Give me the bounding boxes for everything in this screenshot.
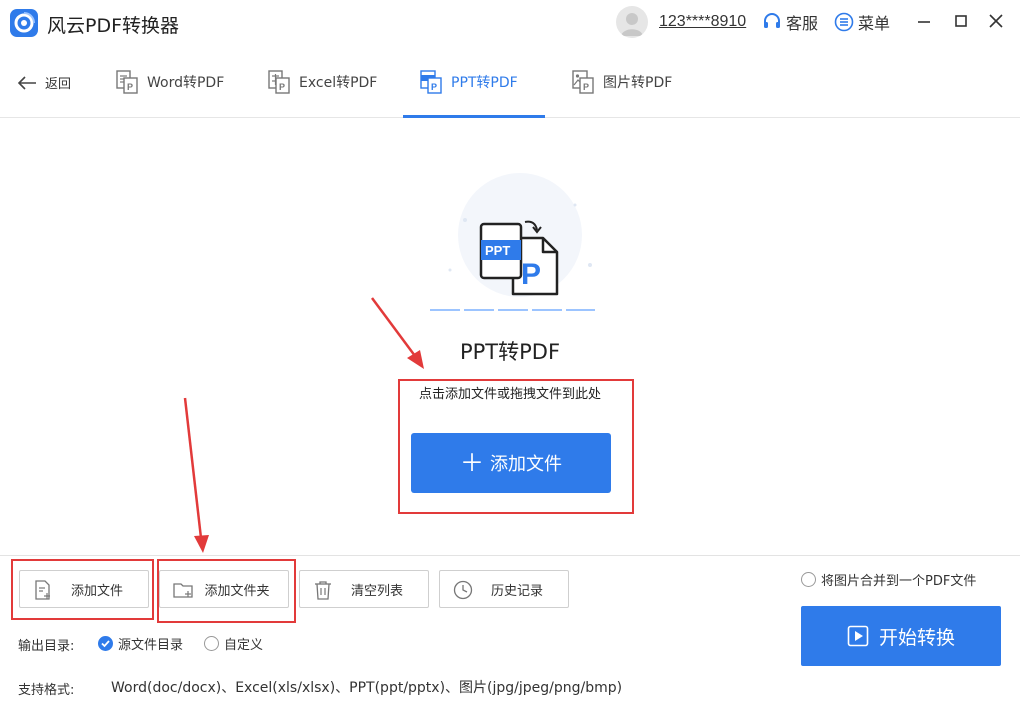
annotation-box-add-file <box>11 559 154 620</box>
merge-images-label: 将图片合并到一个PDF文件 <box>821 574 977 589</box>
history-button[interactable]: 历史记录 <box>439 570 569 608</box>
start-convert-label: 开始转换 <box>878 626 955 649</box>
merge-images-radio[interactable]: 将图片合并到一个PDF文件 <box>801 570 976 589</box>
output-source-dir-radio[interactable]: 源文件目录 <box>98 634 183 653</box>
supported-formats-label: 支持格式: <box>18 683 75 698</box>
history-label: 历史记录 <box>490 583 543 599</box>
clear-list-label: 清空列表 <box>350 583 403 599</box>
play-icon <box>847 625 869 647</box>
radio-label: 自定义 <box>224 638 264 653</box>
output-directory-label: 输出目录: <box>18 639 75 654</box>
radio-unchecked-icon <box>801 572 816 587</box>
annotation-box-add-folder <box>157 559 296 623</box>
supported-formats-value: Word(doc/docx)、Excel(xls/xlsx)、PPT(ppt/p… <box>111 680 623 696</box>
start-convert-button[interactable]: 开始转换 <box>801 606 1001 666</box>
clear-list-button[interactable]: 清空列表 <box>299 570 429 608</box>
radio-unchecked-icon <box>204 636 219 651</box>
output-custom-dir-radio[interactable]: 自定义 <box>204 634 263 653</box>
radio-checked-icon <box>98 636 113 651</box>
bottom-separator <box>0 555 1020 556</box>
radio-label: 源文件目录 <box>118 638 184 653</box>
